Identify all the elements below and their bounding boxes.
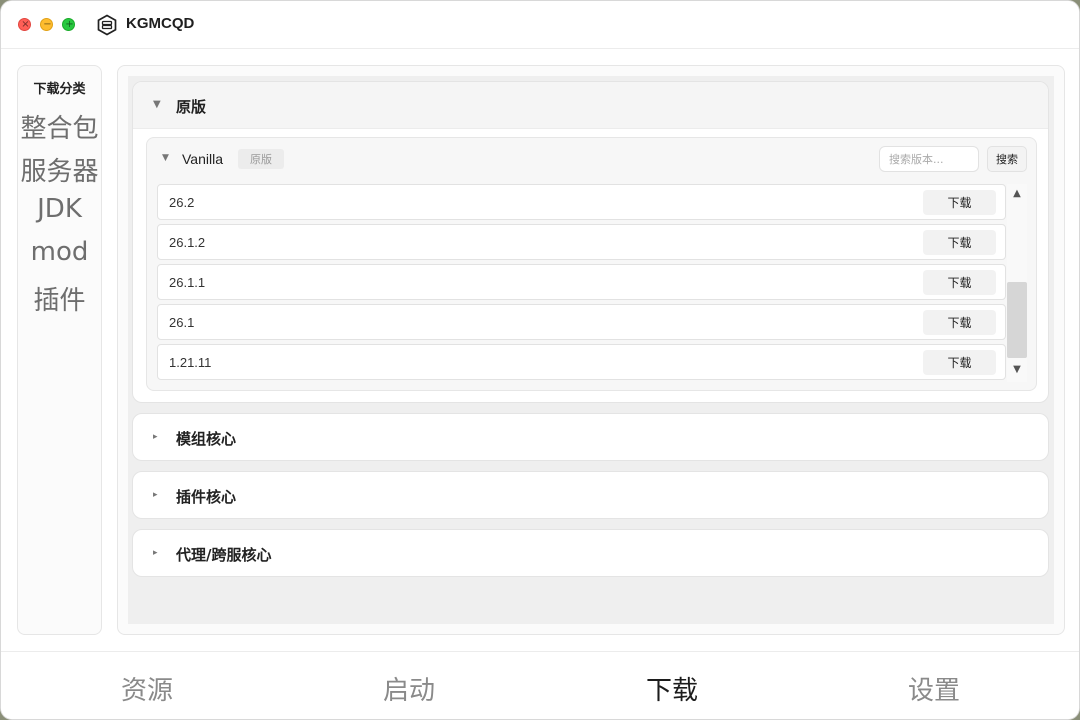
nav-settings[interactable]: 设置 [908, 670, 960, 707]
app-logo-icon [97, 14, 117, 36]
version-row: 26.1.2 下载 [157, 224, 1006, 260]
nav-resources[interactable]: 资源 [121, 670, 173, 707]
title-bar: × − + KGMCQD [1, 1, 1079, 49]
section-mod-core[interactable]: ▸ 模组核心 [132, 413, 1049, 461]
version-row: 26.1.1 下载 [157, 264, 1006, 300]
sidebar-title: 下载分类 [33, 82, 86, 97]
collapsed-arrow-icon: ▸ [153, 432, 158, 442]
nav-launch[interactable]: 启动 [383, 670, 435, 707]
version-row: 1.21.11 下载 [157, 344, 1006, 380]
sidebar-item-jdk[interactable]: JDK [18, 194, 101, 224]
version-row: 26.1 下载 [157, 304, 1006, 340]
version-label: 26.2 [169, 195, 195, 210]
section-original-header[interactable]: ▼ 原版 [133, 82, 1048, 129]
expand-arrow-icon[interactable]: ▼ [162, 153, 169, 163]
version-row: 26.2 下载 [157, 184, 1006, 220]
version-label: 26.1.2 [169, 235, 206, 250]
sidebar-item-modpack[interactable]: 整合包 [18, 108, 101, 145]
bottom-navigation: 资源 启动 下载 设置 [1, 651, 1079, 719]
section-plugin-core[interactable]: ▸ 插件核心 [132, 471, 1049, 519]
scrollbar-thumb[interactable] [1007, 282, 1027, 358]
sidebar-item-plugin[interactable]: 插件 [18, 280, 101, 317]
version-label: 1.21.11 [169, 355, 212, 370]
section-mod-core-label: 模组核心 [176, 430, 237, 448]
close-icon: × [21, 19, 30, 30]
search-button[interactable]: 搜索 [987, 146, 1027, 172]
version-list: 26.2 下载 26.1.2 下载 26.1.1 下载 26.1 下载 1.21… [157, 184, 1007, 382]
download-button[interactable]: 下载 [923, 350, 996, 375]
section-proxy-core[interactable]: ▸ 代理/跨服核心 [132, 529, 1049, 577]
app-window: × − + KGMCQD 下载分类 整合包 服务器 JDK mod 插件 ▼ 原… [0, 0, 1080, 720]
nav-download[interactable]: 下载 [646, 670, 698, 707]
section-original-label: 原版 [176, 98, 207, 116]
minimize-icon: − [43, 19, 52, 30]
sidebar-item-mod[interactable]: mod [18, 237, 101, 267]
vanilla-title: Vanilla [182, 151, 223, 167]
scroll-down-icon[interactable]: ▼ [1010, 363, 1024, 377]
section-proxy-core-label: 代理/跨服核心 [176, 546, 272, 564]
download-button[interactable]: 下载 [923, 310, 996, 335]
version-label: 26.1.1 [169, 275, 206, 290]
version-label: 26.1 [169, 315, 195, 330]
vanilla-tag-badge: 原版 [238, 149, 284, 169]
version-list-scrollbar[interactable]: ▲ ▼ [1007, 184, 1027, 382]
section-original: ▼ 原版 ▼ Vanilla 原版 搜索 26.2 下载 26.1.2 下载 [132, 81, 1049, 403]
download-button[interactable]: 下载 [923, 190, 996, 215]
app-title: KGMCQD [126, 15, 195, 32]
download-category-sidebar: 下载分类 整合包 服务器 JDK mod 插件 [17, 65, 102, 635]
close-window-button[interactable]: × [18, 18, 31, 31]
collapsed-arrow-icon: ▸ [153, 490, 158, 500]
expand-arrow-icon: ▼ [153, 99, 161, 110]
vanilla-panel: ▼ Vanilla 原版 搜索 26.2 下载 26.1.2 下载 26.1.1… [146, 137, 1037, 391]
collapsed-arrow-icon: ▸ [153, 548, 158, 558]
minimize-window-button[interactable]: − [40, 18, 53, 31]
download-button[interactable]: 下载 [923, 270, 996, 295]
maximize-window-button[interactable]: + [62, 18, 75, 31]
scroll-up-icon[interactable]: ▲ [1010, 187, 1024, 201]
version-search-input[interactable] [879, 146, 979, 172]
download-button[interactable]: 下载 [923, 230, 996, 255]
section-plugin-core-label: 插件核心 [176, 488, 237, 506]
maximize-icon: + [65, 19, 74, 30]
sidebar-item-server[interactable]: 服务器 [18, 151, 101, 188]
